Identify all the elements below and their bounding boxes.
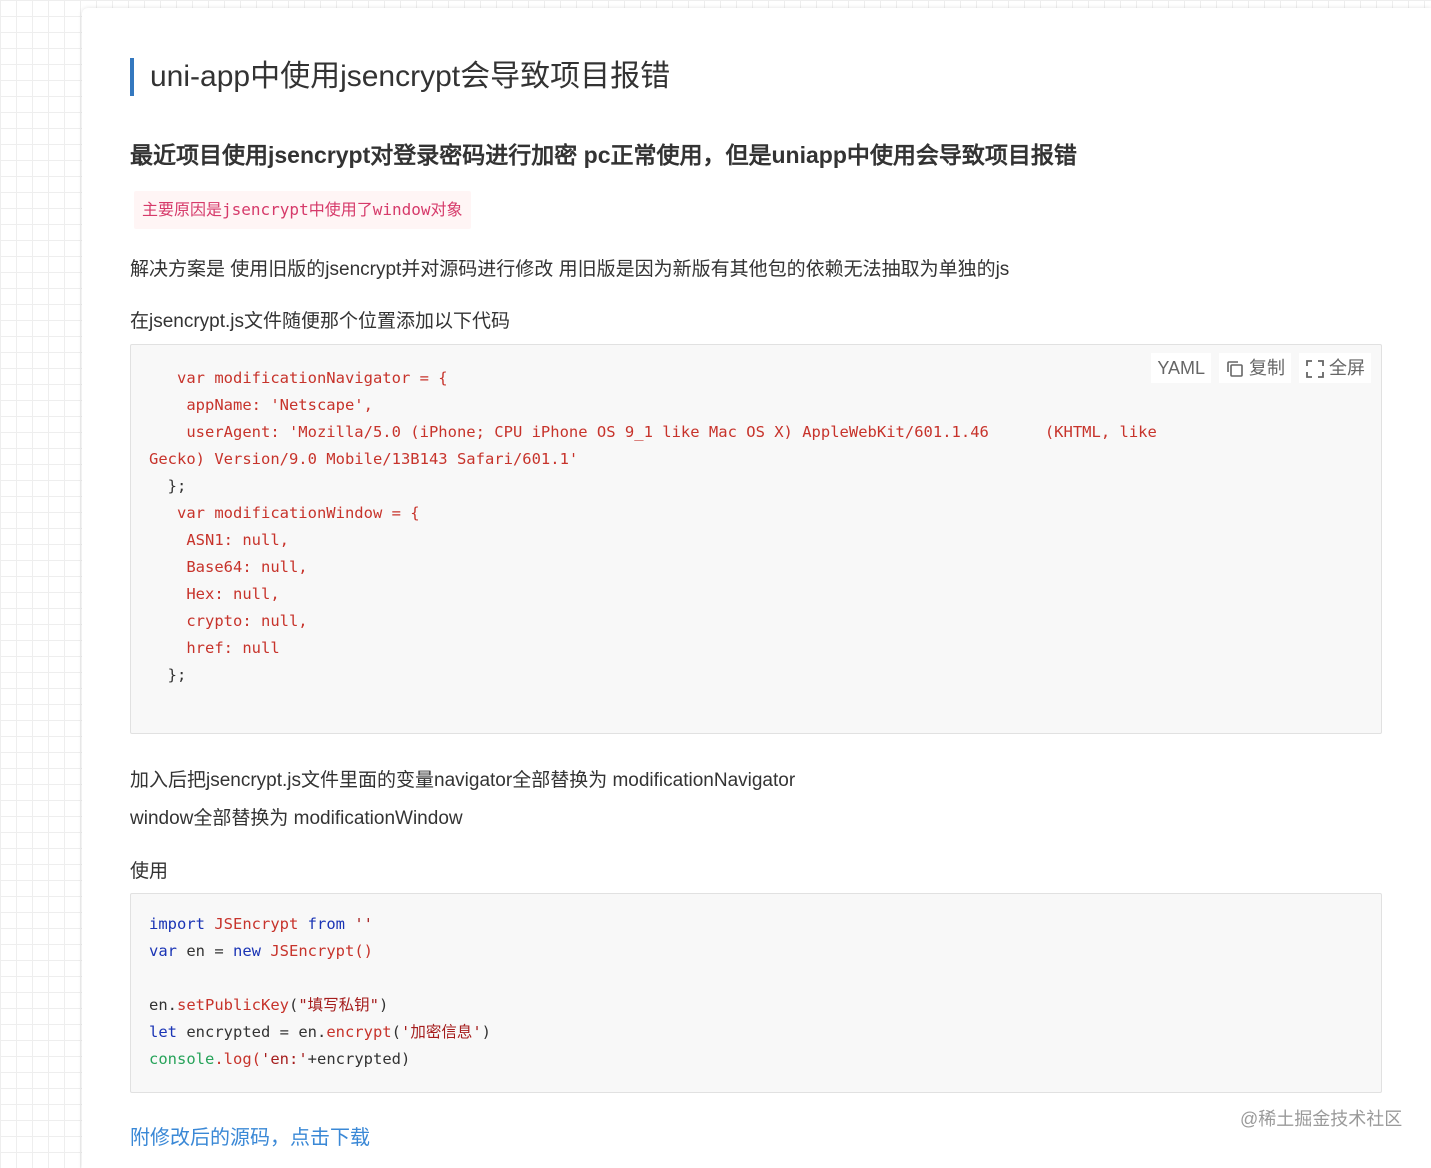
code-line: appName: 'Netscape', bbox=[149, 396, 373, 414]
fullscreen-button[interactable]: 全屏 bbox=[1299, 353, 1371, 383]
code-block-usage: import JSEncrypt from '' var en = new JS… bbox=[130, 893, 1382, 1093]
code-block-modification: YAML 复制 全屏 var modificationNavigator = {… bbox=[130, 344, 1382, 734]
copy-button[interactable]: 复制 bbox=[1219, 353, 1291, 383]
copy-icon bbox=[1225, 358, 1245, 378]
inline-code-note: 主要原因是jsencrypt中使用了window对象 bbox=[134, 191, 471, 229]
code-line: href: null bbox=[149, 639, 280, 657]
article-title: uni-app中使用jsencrypt会导致项目报错 bbox=[130, 58, 670, 96]
fullscreen-icon bbox=[1305, 358, 1325, 378]
code-content: import JSEncrypt from '' var en = new JS… bbox=[149, 911, 491, 1073]
watermark: @稀土掘金技术社区 bbox=[1240, 1109, 1403, 1129]
code-line: userAgent: 'Mozilla/5.0 (iPhone; CPU iPh… bbox=[149, 423, 1157, 441]
code-line: import JSEncrypt from '' bbox=[149, 915, 373, 933]
code-line: var modificationNavigator = { bbox=[149, 369, 448, 387]
paragraph-solution: 解决方案是 使用旧版的jsencrypt并对源码进行修改 用旧版是因为新版有其他… bbox=[130, 259, 1010, 280]
code-line: console.log('en:'+encrypted) bbox=[149, 1050, 411, 1068]
code-line: Gecko) Version/9.0 Mobile/13B143 Safari/… bbox=[149, 450, 579, 468]
copy-label: 复制 bbox=[1249, 358, 1285, 378]
section-heading: 最近项目使用jsencrypt对登录密码进行加密 pc正常使用，但是uniapp… bbox=[130, 142, 1077, 168]
fullscreen-label: 全屏 bbox=[1329, 358, 1365, 378]
code-line: let encrypted = en.encrypt('加密信息') bbox=[149, 1023, 491, 1041]
code-line: var modificationWindow = { bbox=[149, 504, 420, 522]
code-line: Base64: null, bbox=[149, 558, 308, 576]
paragraph-add-code: 在jsencrypt.js文件随便那个位置添加以下代码 bbox=[130, 311, 511, 332]
article-card: uni-app中使用jsencrypt会导致项目报错 最近项目使用jsencry… bbox=[82, 8, 1431, 1168]
code-line: }; bbox=[149, 666, 187, 684]
code-content: var modificationNavigator = { appName: '… bbox=[149, 365, 1157, 689]
paragraph-usage: 使用 bbox=[130, 861, 169, 882]
download-source-link[interactable]: 附修改后的源码，点击下载 bbox=[130, 1121, 370, 1150]
code-line: }; bbox=[149, 477, 187, 495]
language-text: YAML bbox=[1157, 358, 1205, 378]
code-toolbar: YAML 复制 全屏 bbox=[1151, 353, 1371, 383]
code-line: crypto: null, bbox=[149, 612, 308, 630]
language-label: YAML bbox=[1151, 353, 1211, 383]
code-line: Hex: null, bbox=[149, 585, 280, 603]
code-line: en.setPublicKey("填写私钥") bbox=[149, 996, 389, 1014]
code-line: ASN1: null, bbox=[149, 531, 289, 549]
paragraph-replace-window: window全部替换为 modificationWindow bbox=[130, 808, 463, 829]
paragraph-replace-navigator: 加入后把jsencrypt.js文件里面的变量navigator全部替换为 mo… bbox=[130, 770, 796, 791]
code-line: var en = new JSEncrypt() bbox=[149, 942, 373, 960]
